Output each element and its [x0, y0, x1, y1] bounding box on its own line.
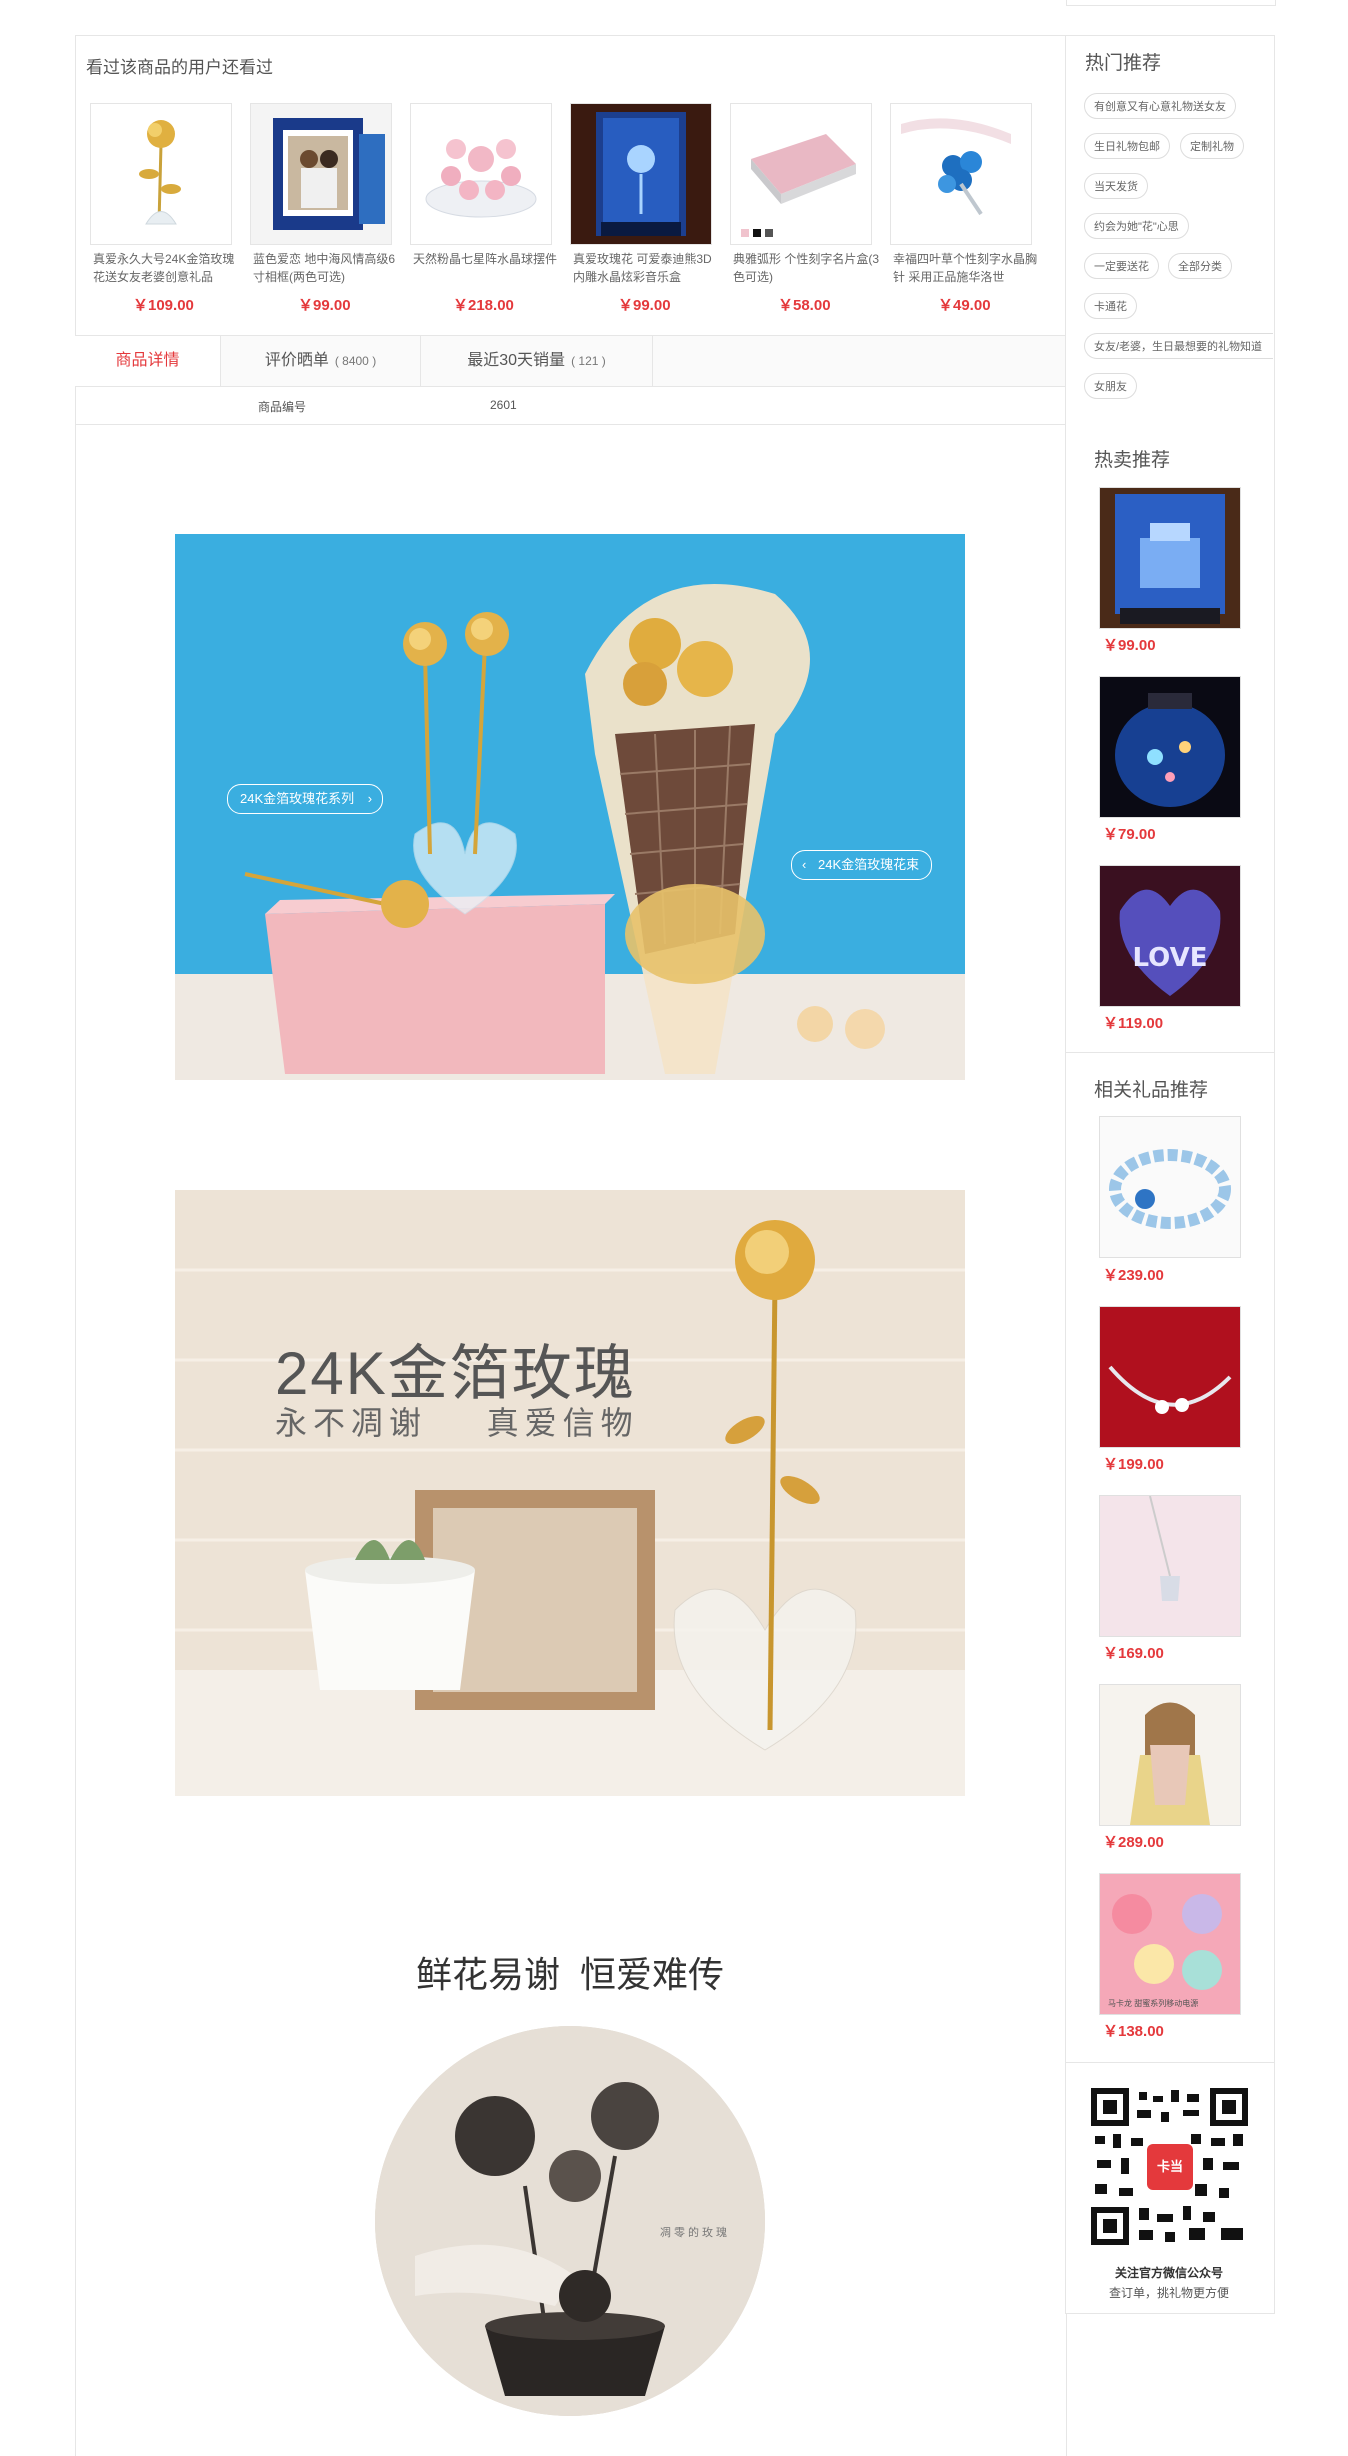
also-viewed-thumb[interactable] [250, 103, 392, 245]
hot-sale-thumb[interactable] [1099, 676, 1241, 818]
tab-reviews[interactable]: 评价晒单 ( 8400 ) [221, 336, 421, 386]
also-viewed-thumb[interactable] [570, 103, 712, 245]
crystal-cube-image [571, 104, 711, 244]
hot-tag[interactable]: 约会为她"花"心思 [1084, 213, 1189, 239]
hot-tags-title: 热门推荐 [1085, 53, 1162, 74]
hot-tag[interactable]: 生日礼物包邮 [1084, 133, 1170, 159]
tab-product-detail[interactable]: 商品详情 [75, 336, 221, 386]
related-thumb[interactable]: 马卡龙 甜蜜系列移动电源 [1099, 1873, 1241, 2015]
withered-rose-illustration [375, 2026, 765, 2416]
hot-tag[interactable]: 一定要送花 [1084, 253, 1159, 279]
hot-sale-price: ￥79.00 [1103, 826, 1156, 843]
also-viewed-thumb[interactable] [890, 103, 1032, 245]
hot-tag[interactable]: 卡通花 [1084, 293, 1137, 319]
related-thumb[interactable] [1099, 1116, 1241, 1258]
also-viewed-name[interactable]: 典雅弧形 个性刻字名片盒(3色可选) [733, 250, 881, 286]
tab-label: 评价晒单 [264, 352, 329, 369]
related-price: ￥239.00 [1103, 1267, 1164, 1284]
thumb-caption: 马卡龙 甜蜜系列移动电源 [1108, 1999, 1199, 2008]
also-viewed-thumb[interactable] [410, 103, 552, 245]
spec-row [75, 386, 1065, 425]
tab-count: ( 8400 ) [334, 354, 377, 368]
withered-rose-circle-image: 凋零的玫瑰 [375, 2026, 765, 2416]
crystal-cake-image [1100, 488, 1240, 628]
banner-tag-series[interactable]: 24K金箔玫瑰花系列 › [227, 784, 384, 814]
banner-gold-rose-forever: 24K金箔玫瑰 永不凋谢 真爱信物 [175, 1190, 965, 1796]
banner-subline: 永不凋谢 真爱信物 [275, 1405, 639, 1441]
love-crystal-image: LOVE [1100, 866, 1240, 1006]
related-thumb[interactable] [1099, 1306, 1241, 1448]
hot-tag[interactable]: 女友/老婆，生日最想要的礼物知道 [1084, 333, 1273, 359]
related-thumb[interactable] [1099, 1684, 1241, 1826]
also-viewed-name[interactable]: 天然粉晶七星阵水晶球摆件 [413, 250, 561, 286]
also-viewed-name[interactable]: 幸福四叶草个性刻字水晶胸针 采用正品施华洛世 [893, 250, 1041, 286]
hot-tag[interactable]: 定制礼物 [1180, 133, 1244, 159]
photo-frame-image [251, 104, 391, 244]
hot-sale-price: ￥99.00 [1103, 637, 1156, 654]
card-case-image [731, 104, 871, 244]
related-price: ￥169.00 [1103, 1645, 1164, 1662]
qr-code-image[interactable]: 卡当 [1091, 2088, 1248, 2245]
related-title: 相关礼品推荐 [1094, 1080, 1209, 1101]
banner-single-rose-illustration [175, 1190, 965, 1796]
tab-label: 最近30天销量 [467, 352, 566, 369]
hot-tag[interactable]: 当天发货 [1084, 173, 1148, 199]
macaron-powerbank-image [1100, 1874, 1240, 2014]
tab-sales-30days[interactable]: 最近30天销量 ( 121 ) [421, 336, 653, 386]
qr-logo: 卡当 [1156, 2159, 1183, 2174]
also-viewed-name[interactable]: 蓝色爱恋 地中海风情高级6寸相框(两色可选) [253, 250, 401, 286]
section-heading: 鲜花易谢 恒爱难传 [415, 1954, 724, 1995]
qr-caption-1: 关注官方微信公众号 [1114, 2266, 1223, 2280]
spec-value: 2601 [490, 398, 517, 412]
also-viewed-name[interactable]: 真爱玫瑰花 可爱泰迪熊3D内雕水晶炫彩音乐盒 [573, 250, 721, 286]
pendant-image [1100, 1496, 1240, 1636]
hot-tag[interactable]: 全部分类 [1168, 253, 1232, 279]
glow-jar-image [1100, 677, 1240, 817]
scarf-model-image [1100, 1685, 1240, 1825]
svg-text:LOVE: LOVE [1133, 943, 1208, 973]
chevron-left-icon: ‹ [802, 857, 807, 872]
also-viewed-thumb[interactable] [730, 103, 872, 245]
hot-tag[interactable]: 女朋友 [1084, 373, 1137, 399]
circle-caption: 凋零的玫瑰 [660, 2227, 730, 2239]
hot-sale-price: ￥119.00 [1103, 1015, 1164, 1032]
also-viewed-name[interactable]: 真爱永久大号24K金箔玫瑰花送女友老婆创意礼品 [93, 250, 241, 286]
tab-label: 商品详情 [115, 352, 180, 369]
also-viewed-price: ￥109.00 [133, 297, 194, 314]
also-viewed-price: ￥49.00 [938, 297, 991, 314]
related-price: ￥138.00 [1103, 2023, 1164, 2040]
banner-tag-series-label: 24K金箔玫瑰花系列 [240, 791, 355, 806]
also-viewed-price: ￥99.00 [298, 297, 351, 314]
banner-gold-rose-series: 24K金箔玫瑰花系列 › ‹ 24K金箔玫瑰花束 [175, 534, 965, 1080]
banner-tag-bouquet-label: 24K金箔玫瑰花束 [818, 857, 920, 872]
clover-brooch-image [891, 104, 1031, 244]
spec-label: 商品编号 [258, 400, 307, 414]
banner-tag-bouquet[interactable]: ‹ 24K金箔玫瑰花束 [791, 850, 933, 880]
bracelet-image [1100, 1117, 1240, 1257]
also-viewed-price: ￥58.00 [778, 297, 831, 314]
pink-crystal-image [411, 104, 551, 244]
related-thumb[interactable] [1099, 1495, 1241, 1637]
top-search-box[interactable] [1066, 0, 1276, 6]
gold-rose-image [91, 104, 231, 244]
tab-count: ( 121 ) [571, 354, 606, 368]
also-viewed-price: ￥218.00 [453, 297, 514, 314]
also-viewed-price: ￥99.00 [618, 297, 671, 314]
related-price: ￥199.00 [1103, 1456, 1164, 1473]
silver-bracelet-image [1100, 1307, 1240, 1447]
related-price: ￥289.00 [1103, 1834, 1164, 1851]
hot-tag[interactable]: 有创意又有心意礼物送女友 [1084, 93, 1236, 119]
hot-sale-thumb[interactable] [1099, 487, 1241, 629]
also-viewed-title: 看过该商品的用户还看过 [86, 58, 273, 77]
also-viewed-thumb[interactable] [90, 103, 232, 245]
hot-sale-title: 热卖推荐 [1094, 450, 1171, 471]
qr-caption-2: 查订单，挑礼物更方便 [1108, 2286, 1229, 2300]
chevron-right-icon: › [367, 791, 373, 806]
hot-sale-thumb[interactable]: LOVE [1099, 865, 1241, 1007]
